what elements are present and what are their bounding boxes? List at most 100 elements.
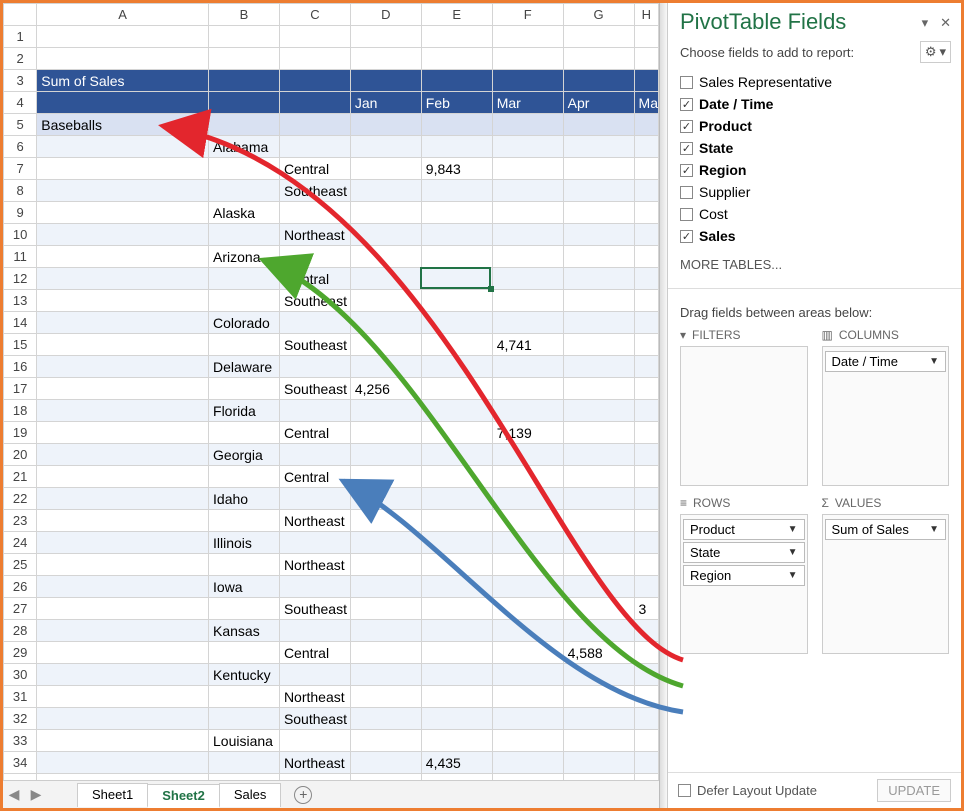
cell[interactable] xyxy=(37,92,209,114)
cell[interactable]: Apr xyxy=(563,92,634,114)
cell[interactable] xyxy=(209,48,280,70)
cell[interactable]: Kentucky xyxy=(209,664,280,686)
cell[interactable] xyxy=(209,708,280,730)
cell[interactable] xyxy=(563,466,634,488)
cell[interactable] xyxy=(209,774,280,781)
sheet-tab[interactable]: Sheet2 xyxy=(147,784,220,808)
cell[interactable] xyxy=(279,444,350,466)
cell[interactable] xyxy=(350,70,421,92)
row-header[interactable]: 25 xyxy=(4,554,37,576)
cell[interactable] xyxy=(37,664,209,686)
cell[interactable]: Southeast xyxy=(279,598,350,620)
col-header-b[interactable]: B xyxy=(209,4,280,26)
area-field-pill[interactable]: Region▼ xyxy=(683,565,805,586)
row-header[interactable]: 15 xyxy=(4,334,37,356)
cell[interactable] xyxy=(421,488,492,510)
cell[interactable] xyxy=(279,92,350,114)
cell[interactable] xyxy=(634,180,658,202)
tab-nav-next-icon[interactable]: ▶ xyxy=(25,786,47,803)
cell[interactable] xyxy=(350,356,421,378)
cell[interactable] xyxy=(37,532,209,554)
cell[interactable]: 4,435 xyxy=(421,752,492,774)
cell[interactable] xyxy=(634,686,658,708)
cell[interactable] xyxy=(563,488,634,510)
cell[interactable] xyxy=(37,268,209,290)
cell[interactable] xyxy=(37,246,209,268)
row-header[interactable]: 21 xyxy=(4,466,37,488)
cell[interactable]: Southeast xyxy=(279,708,350,730)
cell[interactable]: Southeast xyxy=(279,180,350,202)
cell[interactable] xyxy=(492,26,563,48)
cell[interactable] xyxy=(563,752,634,774)
cell[interactable] xyxy=(492,686,563,708)
cell[interactable] xyxy=(563,48,634,70)
cell[interactable] xyxy=(421,70,492,92)
cell[interactable] xyxy=(563,26,634,48)
cell[interactable] xyxy=(37,774,209,781)
tab-nav-prev-icon[interactable]: ◀ xyxy=(3,786,25,803)
cell[interactable] xyxy=(209,598,280,620)
pane-tools-button[interactable]: ⚙ ▾ xyxy=(920,41,951,63)
defer-layout-checkbox[interactable]: Defer Layout Update xyxy=(678,783,817,798)
row-header[interactable]: 8 xyxy=(4,180,37,202)
cell[interactable] xyxy=(634,26,658,48)
cell[interactable] xyxy=(563,774,634,781)
cell[interactable] xyxy=(37,290,209,312)
cell[interactable]: Northeast xyxy=(279,752,350,774)
cell[interactable] xyxy=(37,510,209,532)
cell[interactable] xyxy=(492,400,563,422)
cell[interactable] xyxy=(421,422,492,444)
cell[interactable]: Colorado xyxy=(209,312,280,334)
cell[interactable] xyxy=(350,444,421,466)
cell[interactable]: Southeast xyxy=(279,378,350,400)
cell[interactable]: Idaho xyxy=(209,488,280,510)
cell[interactable] xyxy=(634,400,658,422)
col-header-f[interactable]: F xyxy=(492,4,563,26)
col-header-d[interactable]: D xyxy=(350,4,421,26)
cell[interactable] xyxy=(634,48,658,70)
cell[interactable] xyxy=(350,686,421,708)
cell[interactable] xyxy=(563,422,634,444)
cell[interactable]: Georgia xyxy=(209,444,280,466)
cell[interactable] xyxy=(209,114,280,136)
cell[interactable]: Arizona xyxy=(209,246,280,268)
cell[interactable] xyxy=(421,620,492,642)
pane-close-icon[interactable]: ✕ xyxy=(940,15,951,30)
cell[interactable] xyxy=(634,532,658,554)
cell[interactable] xyxy=(350,48,421,70)
cell[interactable]: Sum of Sales xyxy=(37,70,209,92)
cell[interactable] xyxy=(492,466,563,488)
field-item[interactable]: State xyxy=(680,137,949,159)
cell[interactable] xyxy=(209,268,280,290)
cell[interactable] xyxy=(421,532,492,554)
row-header[interactable]: 24 xyxy=(4,532,37,554)
cell[interactable] xyxy=(279,730,350,752)
cell[interactable] xyxy=(279,48,350,70)
row-header[interactable]: 2 xyxy=(4,48,37,70)
cell[interactable]: Alaska xyxy=(209,202,280,224)
cell[interactable]: Delaware xyxy=(209,356,280,378)
cell[interactable] xyxy=(421,48,492,70)
cell[interactable] xyxy=(492,48,563,70)
cell[interactable] xyxy=(421,708,492,730)
cell[interactable] xyxy=(634,246,658,268)
filters-area[interactable] xyxy=(680,346,808,486)
cell[interactable] xyxy=(350,488,421,510)
cell[interactable] xyxy=(492,136,563,158)
cell[interactable] xyxy=(492,664,563,686)
cell[interactable] xyxy=(209,180,280,202)
cell[interactable] xyxy=(37,620,209,642)
row-header[interactable]: 34 xyxy=(4,752,37,774)
cell[interactable] xyxy=(421,576,492,598)
cell[interactable] xyxy=(37,158,209,180)
cell[interactable] xyxy=(350,268,421,290)
cell[interactable] xyxy=(421,312,492,334)
cell[interactable] xyxy=(634,554,658,576)
row-header[interactable]: 35 xyxy=(4,774,37,781)
cell[interactable] xyxy=(37,202,209,224)
cell[interactable] xyxy=(563,70,634,92)
cell[interactable] xyxy=(421,444,492,466)
cell[interactable]: Central xyxy=(279,158,350,180)
cell[interactable] xyxy=(279,202,350,224)
cell[interactable] xyxy=(350,312,421,334)
